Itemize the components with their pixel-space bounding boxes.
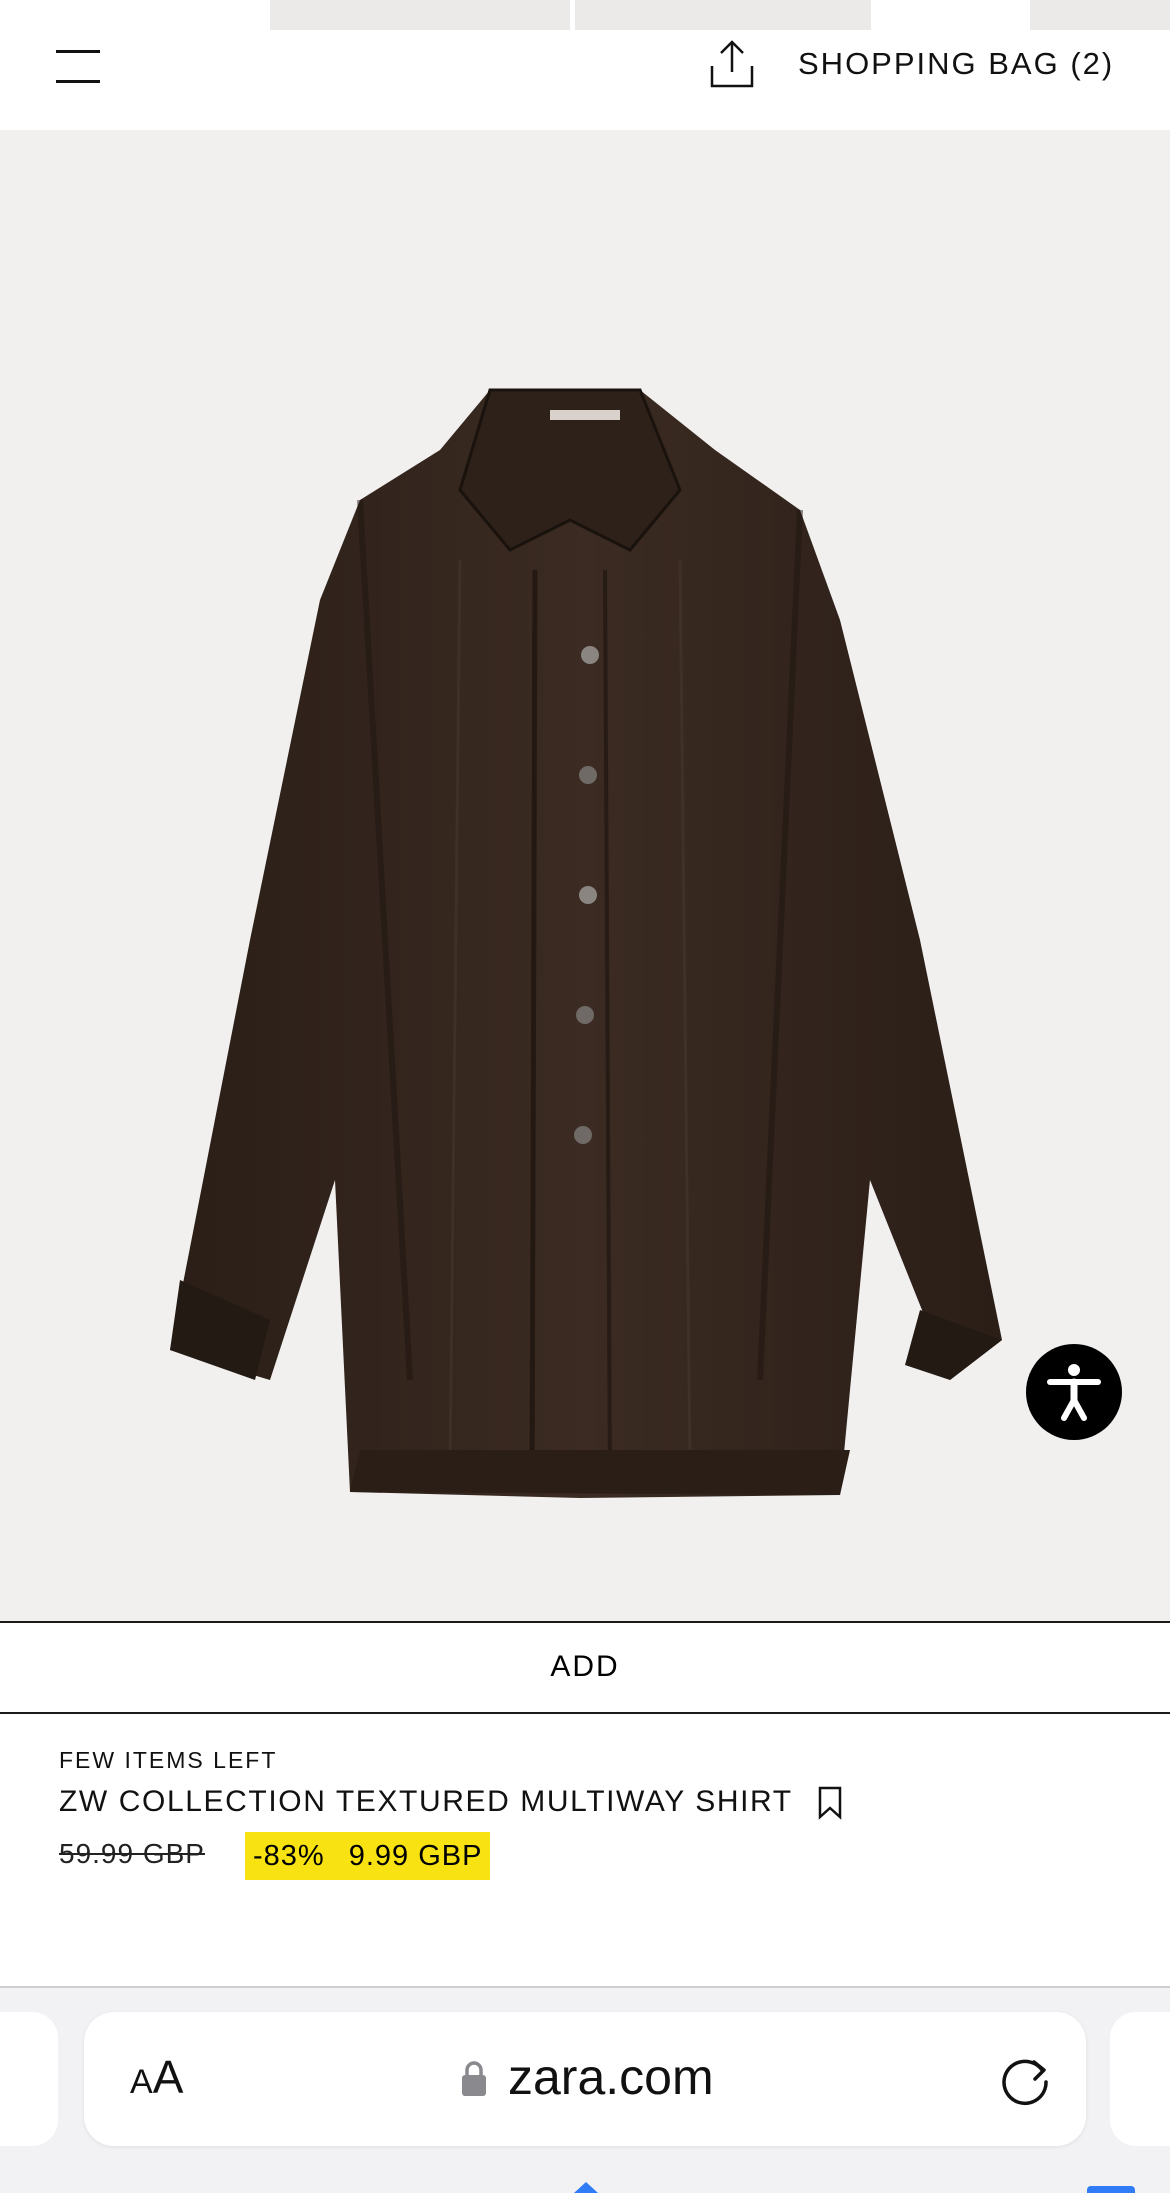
- product-name: ZW COLLECTION TEXTURED MULTIWAY SHIRT: [59, 1785, 793, 1818]
- hamburger-menu-icon[interactable]: [56, 46, 100, 86]
- address-bar[interactable]: AA zara.com: [84, 2012, 1086, 2146]
- toolbar-indicator: [1087, 2186, 1135, 2193]
- original-price: 59.99 GBP: [59, 1838, 205, 1869]
- sale-price: 9.99 GBP: [348, 1839, 483, 1872]
- sale-price-badge: -83% 9.99 GBP: [245, 1832, 491, 1880]
- add-button[interactable]: ADD: [0, 1621, 1170, 1714]
- previous-tab[interactable]: [0, 2012, 58, 2146]
- text-size-button[interactable]: AA: [130, 2050, 183, 2104]
- discount-percent: -83%: [253, 1839, 325, 1872]
- site-header: SHOPPING BAG (2): [0, 30, 1170, 130]
- toolbar-indicator: [574, 2182, 598, 2193]
- url-text[interactable]: zara.com: [508, 2048, 714, 2106]
- bookmark-icon[interactable]: [817, 1786, 843, 1820]
- reload-icon[interactable]: [994, 2048, 1056, 2110]
- shopping-bag-link[interactable]: SHOPPING BAG (2): [798, 46, 1114, 82]
- product-image[interactable]: [0, 130, 1170, 1622]
- shirt-illustration: [170, 388, 1002, 1498]
- lock-icon: [462, 2061, 486, 2096]
- next-tab[interactable]: [1110, 2012, 1170, 2146]
- accessibility-button[interactable]: [1026, 1344, 1122, 1440]
- stock-notice: FEW ITEMS LEFT: [59, 1747, 278, 1773]
- share-icon[interactable]: [708, 38, 756, 90]
- accessibility-icon: [1047, 1364, 1101, 1421]
- add-button-label: ADD: [550, 1650, 620, 1683]
